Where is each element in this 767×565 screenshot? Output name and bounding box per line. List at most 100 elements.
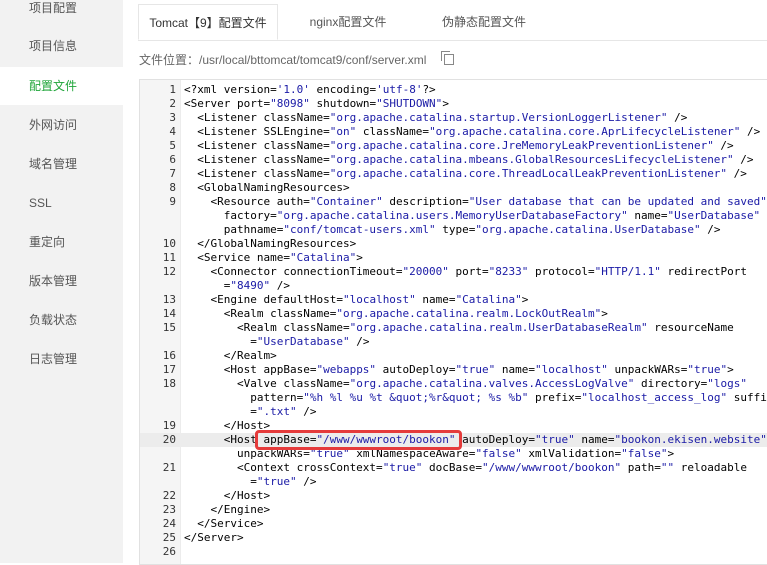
code-line[interactable]: 4 <Listener SSLEngine="on" className="or… (140, 125, 767, 139)
line-number: 16 (162, 349, 176, 362)
code-line[interactable]: 20 <Host appBase="/www/wwwroot/bookon" a… (140, 433, 767, 447)
line-text: </Realm> (184, 349, 277, 362)
line-text: <GlobalNamingResources> (184, 181, 350, 194)
line-number: 19 (162, 419, 176, 432)
sidebar-item-1[interactable]: 项目信息 (0, 27, 123, 65)
code-line[interactable]: 16 </Realm> (140, 349, 767, 363)
file-path: /usr/local/bttomcat/tomcat9/conf/server.… (199, 53, 427, 67)
code-line[interactable]: ="UserDatabase" /> (140, 335, 767, 349)
code-line[interactable]: 5 <Listener className="org.apache.catali… (140, 139, 767, 153)
code-editor[interactable]: 1 <?xml version='1.0' encoding='utf-8'?> 2… (139, 79, 767, 565)
line-number: 5 (169, 139, 176, 152)
code-line[interactable]: 3 <Listener className="org.apache.catali… (140, 111, 767, 125)
code-line[interactable]: 23 </Engine> (140, 503, 767, 517)
line-text: <Host appBase="/www/wwwroot/bookon" auto… (184, 433, 767, 446)
code-line[interactable]: 25 </Server> (140, 531, 767, 545)
tab-1[interactable]: nginx配置文件 (290, 4, 406, 40)
line-number: 15 (162, 321, 176, 334)
line-number: 23 (162, 503, 176, 516)
line-number: 3 (169, 111, 176, 124)
sidebar-item-0[interactable]: 项目配置 (0, 0, 123, 27)
line-text: ="8490" /> (184, 279, 290, 292)
code-line[interactable]: 18 <Valve className="org.apache.catalina… (140, 377, 767, 391)
code-line[interactable]: 6 <Listener className="org.apache.catali… (140, 153, 767, 167)
code-line[interactable]: ="8490" /> (140, 279, 767, 293)
line-number: 24 (162, 517, 176, 530)
line-text: <Server port="8098" shutdown="SHUTDOWN"> (184, 97, 449, 110)
line-text: <Context crossContext="true" docBase="/w… (184, 461, 747, 474)
code-line[interactable]: 12 <Connector connectionTimeout="20000" … (140, 265, 767, 279)
line-text: pattern="%h %l %u %t &quot;%r&quot; %s %… (184, 391, 767, 404)
code-line[interactable]: =".txt" /> (140, 405, 767, 419)
code-line[interactable]: 26 (140, 545, 767, 559)
line-text: <Listener SSLEngine="on" className="org.… (184, 125, 761, 138)
line-number: 1 (169, 83, 176, 96)
code-line[interactable]: ="true" /> (140, 475, 767, 489)
sidebar: 项目配置 项目信息 配置文件 外网访问 域名管理 SSL 重定向 版本管理 负载状态 日志管理 (0, 0, 123, 563)
line-number: 11 (162, 251, 176, 264)
sidebar-item-5[interactable]: SSL (0, 184, 123, 222)
code-line[interactable]: 9 <Resource auth="Container" description… (140, 195, 767, 209)
tab-0[interactable]: Tomcat【9】配置文件 (138, 4, 278, 40)
sidebar-item-9[interactable]: 日志管理 (0, 340, 123, 378)
code-line[interactable]: 13 <Engine defaultHost="localhost" name=… (140, 293, 767, 307)
file-location: 文件位置：/usr/local/bttomcat/tomcat9/conf/se… (139, 51, 455, 68)
file-location-label: 文件位置： (139, 53, 200, 67)
code-line[interactable]: 1 <?xml version='1.0' encoding='utf-8'?> (140, 83, 767, 97)
code-line[interactable]: pattern="%h %l %u %t &quot;%r&quot; %s %… (140, 391, 767, 405)
line-text: factory="org.apache.catalina.users.Memor… (184, 209, 761, 222)
line-text: </Host> (184, 489, 271, 502)
sidebar-item-6[interactable]: 重定向 (0, 223, 123, 261)
line-text: </Server> (184, 531, 244, 544)
line-number: 14 (162, 307, 176, 320)
line-number: 8 (169, 181, 176, 194)
line-text: </Host> (184, 419, 271, 432)
code-line[interactable]: unpackWARs="true" xmlNamespaceAware="fal… (140, 447, 767, 461)
line-text: <Realm className="org.apache.catalina.re… (184, 307, 608, 320)
sidebar-item-2[interactable]: 配置文件 (0, 67, 123, 105)
code-line[interactable]: factory="org.apache.catalina.users.Memor… (140, 209, 767, 223)
sidebar-item-4[interactable]: 域名管理 (0, 145, 123, 183)
line-text: <Connector connectionTimeout="20000" por… (184, 265, 747, 278)
code-line[interactable]: 14 <Realm className="org.apache.catalina… (140, 307, 767, 321)
line-number: 12 (162, 265, 176, 278)
line-text: ="UserDatabase" /> (184, 335, 370, 348)
line-number: 22 (162, 489, 176, 502)
line-number: 18 (162, 377, 176, 390)
line-number: 10 (162, 237, 176, 250)
line-text: <?xml version='1.0' encoding='utf-8'?> (184, 83, 436, 96)
code-line[interactable]: 24 </Service> (140, 517, 767, 531)
code-line[interactable]: pathname="conf/tomcat-users.xml" type="o… (140, 223, 767, 237)
sidebar-item-8[interactable]: 负载状态 (0, 301, 123, 339)
code-line[interactable]: 17 <Host appBase="webapps" autoDeploy="t… (140, 363, 767, 377)
code-line[interactable]: 22 </Host> (140, 489, 767, 503)
copy-icon[interactable] (441, 51, 455, 65)
code-line[interactable]: 2 <Server port="8098" shutdown="SHUTDOWN"… (140, 97, 767, 111)
code-line[interactable]: 7 <Listener className="org.apache.catali… (140, 167, 767, 181)
line-text: </Service> (184, 517, 264, 530)
code-line[interactable]: 15 <Realm className="org.apache.catalina… (140, 321, 767, 335)
line-text: <Host appBase="webapps" autoDeploy="true… (184, 363, 734, 376)
tab-2[interactable]: 伪静态配置文件 (418, 4, 550, 40)
line-number: 17 (162, 363, 176, 376)
line-text: ="true" /> (184, 475, 317, 488)
line-number: 26 (162, 545, 176, 558)
line-number: 20 (162, 433, 176, 446)
sidebar-item-3[interactable]: 外网访问 (0, 106, 123, 144)
line-text: <Engine defaultHost="localhost" name="Ca… (184, 293, 529, 306)
line-number: 6 (169, 153, 176, 166)
line-text: <Resource auth="Container" description="… (184, 195, 767, 208)
line-text: <Listener className="org.apache.catalina… (184, 139, 734, 152)
line-text: <Service name="Catalina"> (184, 251, 363, 264)
code-line[interactable]: 8 <GlobalNamingResources> (140, 181, 767, 195)
code-line[interactable]: 19 </Host> (140, 419, 767, 433)
code-line[interactable]: 21 <Context crossContext="true" docBase=… (140, 461, 767, 475)
code-line[interactable]: 11 <Service name="Catalina"> (140, 251, 767, 265)
line-text: </Engine> (184, 503, 271, 516)
line-number: 9 (169, 195, 176, 208)
line-number: 25 (162, 531, 176, 544)
code-line[interactable]: 10 </GlobalNamingResources> (140, 237, 767, 251)
tab-bar: Tomcat【9】配置文件 nginx配置文件 伪静态配置文件 (138, 4, 767, 41)
line-text: =".txt" /> (184, 405, 317, 418)
sidebar-item-7[interactable]: 版本管理 (0, 262, 123, 300)
